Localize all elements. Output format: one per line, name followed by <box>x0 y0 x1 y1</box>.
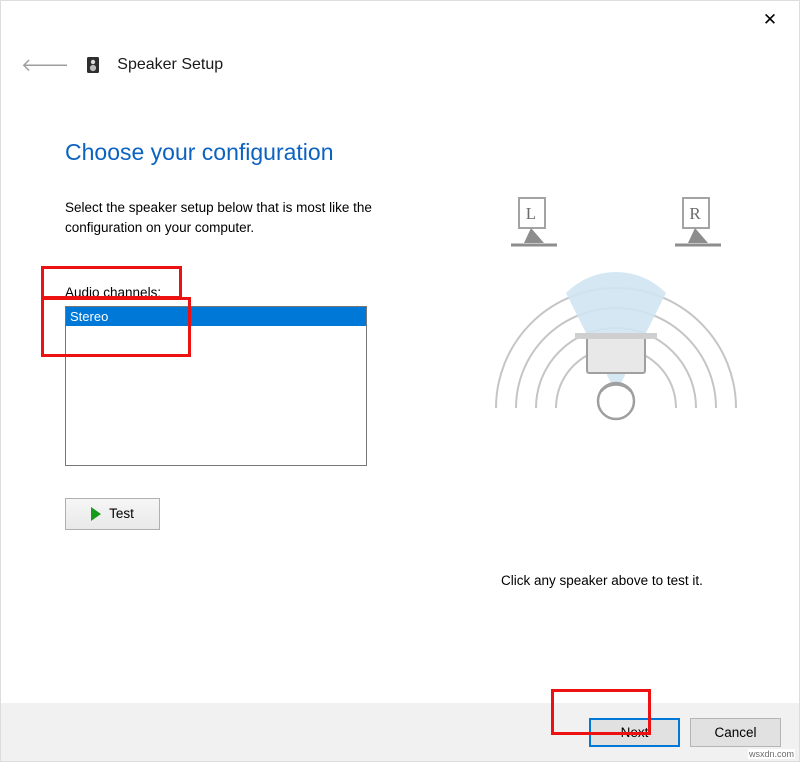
test-button-label: Test <box>109 506 134 521</box>
left-speaker-label: L <box>526 204 536 223</box>
title-bar: ✕ <box>1 1 799 41</box>
watermark-text: wsxdn.com <box>748 749 795 759</box>
desc-text-2: configuration on your computer. <box>65 220 254 235</box>
desc-text-1: Select the speaker setup below that is m… <box>65 200 372 215</box>
window-title: Speaker Setup <box>117 56 223 74</box>
speaker-diagram[interactable]: L R <box>471 183 761 446</box>
list-item[interactable]: Stereo <box>66 307 366 326</box>
cancel-button[interactable]: Cancel <box>690 718 781 747</box>
close-button[interactable]: ✕ <box>747 5 793 35</box>
diagram-caption: Click any speaker above to test it. <box>501 573 703 588</box>
left-speaker-icon: L <box>511 198 557 245</box>
next-button[interactable]: Next <box>589 718 680 747</box>
wizard-header: 🡐 Speaker Setup <box>1 41 799 89</box>
page-heading: Choose your configuration <box>65 139 799 166</box>
right-speaker-label: R <box>689 204 701 223</box>
right-speaker-icon: R <box>675 198 721 245</box>
audio-channels-listbox[interactable]: Stereo <box>65 306 367 466</box>
page-description: Select the speaker setup below that is m… <box>65 198 385 239</box>
wizard-footer: Next Cancel <box>1 703 799 761</box>
test-button[interactable]: Test <box>65 498 160 530</box>
speaker-icon <box>83 55 103 75</box>
back-arrow-icon[interactable]: 🡐 <box>21 55 69 76</box>
play-icon <box>91 507 101 521</box>
